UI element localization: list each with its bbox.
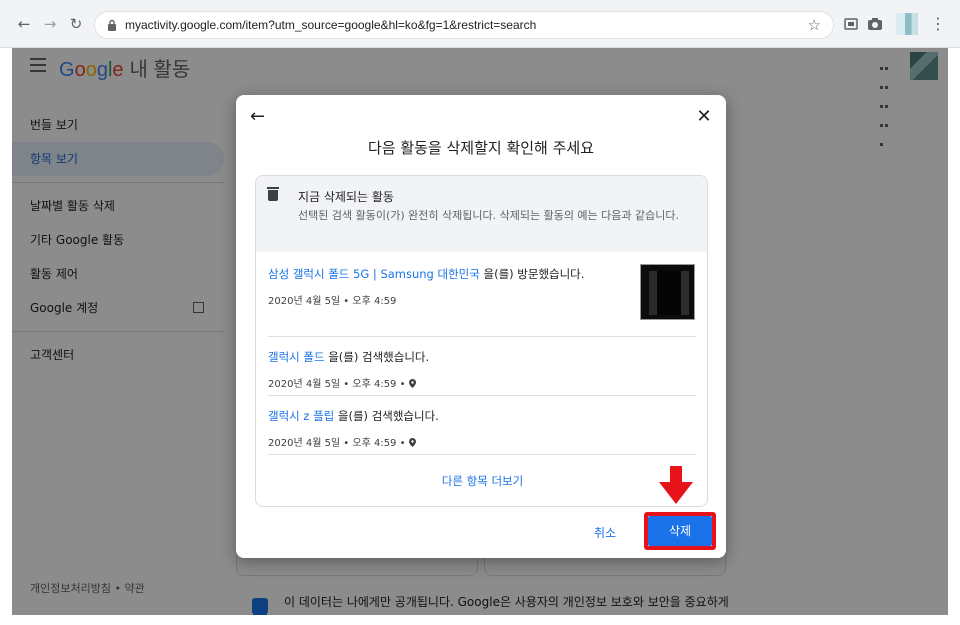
list-item: 갤럭시 폴드 을(를) 검색했습니다. 2020년 4월 5일 • 오후 4:5… xyxy=(268,349,696,390)
entry-suffix: 을(를) 검색했습니다. xyxy=(324,350,430,364)
entry-divider xyxy=(268,454,696,455)
entry-time: 2020년 4월 5일 • 오후 4:59 xyxy=(268,296,397,307)
star-icon[interactable]: ☆ xyxy=(808,16,821,34)
forward-arrow-icon[interactable]: → xyxy=(40,14,60,34)
list-item: 삼성 갤럭시 폴드 5G | Samsung 대한민국 을(를) 방문했습니다.… xyxy=(268,266,696,307)
preview-header: 지금 삭제되는 활동 선택된 검색 활동이(가) 완전히 삭제됩니다. 삭제되는… xyxy=(256,176,707,252)
entry-link[interactable]: 갤럭시 폴드 xyxy=(268,350,325,364)
dialog-title: 다음 활동을 삭제할지 확인해 주세요 xyxy=(367,139,595,157)
preview-header-desc: 선택된 검색 활동이(가) 완전히 삭제됩니다. 삭제되는 활동의 예는 다음과… xyxy=(298,209,680,222)
delete-confirm-dialog: ← ✕ 다음 활동을 삭제할지 확인해 주세요 지금 삭제되는 활동 선택된 검… xyxy=(236,95,726,558)
cast-icon[interactable] xyxy=(842,15,860,33)
entry-time: 2020년 4월 5일 • 오후 4:59 • xyxy=(268,379,406,390)
activity-preview-panel: 지금 삭제되는 활동 선택된 검색 활동이(가) 완전히 삭제됩니다. 삭제되는… xyxy=(255,175,708,507)
url-text: myactivity.google.com/item?utm_source=go… xyxy=(125,18,537,32)
address-bar[interactable]: myactivity.google.com/item?utm_source=go… xyxy=(94,11,834,39)
entry-divider xyxy=(268,336,696,337)
browser-profile-avatar[interactable] xyxy=(896,13,918,35)
entry-suffix: 을(를) 방문했습니다. xyxy=(479,267,585,281)
product-thumbnail xyxy=(640,264,695,320)
more-items-link[interactable]: 다른 항목 더보기 xyxy=(256,473,707,489)
browser-toolbar: ← → ↻ myactivity.google.com/item?utm_sou… xyxy=(0,0,960,48)
reload-icon[interactable]: ↻ xyxy=(66,14,86,34)
down-arrow-annotation-icon xyxy=(659,466,693,504)
entry-suffix: 을(를) 검색했습니다. xyxy=(334,409,439,423)
entry-divider xyxy=(268,395,696,396)
back-arrow-icon[interactable]: ← xyxy=(14,14,34,34)
entry-link[interactable]: 삼성 갤럭시 폴드 5G | Samsung 대한민국 xyxy=(268,267,480,281)
location-pin-icon xyxy=(408,379,416,388)
list-item: 갤럭시 z 플립 을(를) 검색했습니다. 2020년 4월 5일 • 오후 4… xyxy=(268,408,696,449)
preview-header-title: 지금 삭제되는 활동 xyxy=(298,190,394,204)
cancel-button[interactable]: 취소 xyxy=(594,524,616,541)
delete-button[interactable]: 삭제 xyxy=(648,516,712,546)
camera-icon[interactable] xyxy=(866,15,884,33)
entry-link[interactable]: 갤럭시 z 플립 xyxy=(268,409,334,423)
more-menu-icon[interactable]: ⋮ xyxy=(930,14,946,33)
close-icon[interactable]: ✕ xyxy=(694,107,714,127)
lock-icon xyxy=(108,19,116,31)
location-pin-icon xyxy=(408,438,416,447)
entry-time: 2020년 4월 5일 • 오후 4:59 • xyxy=(268,438,406,449)
back-arrow-icon[interactable]: ← xyxy=(250,107,270,127)
trash-icon xyxy=(267,187,279,201)
